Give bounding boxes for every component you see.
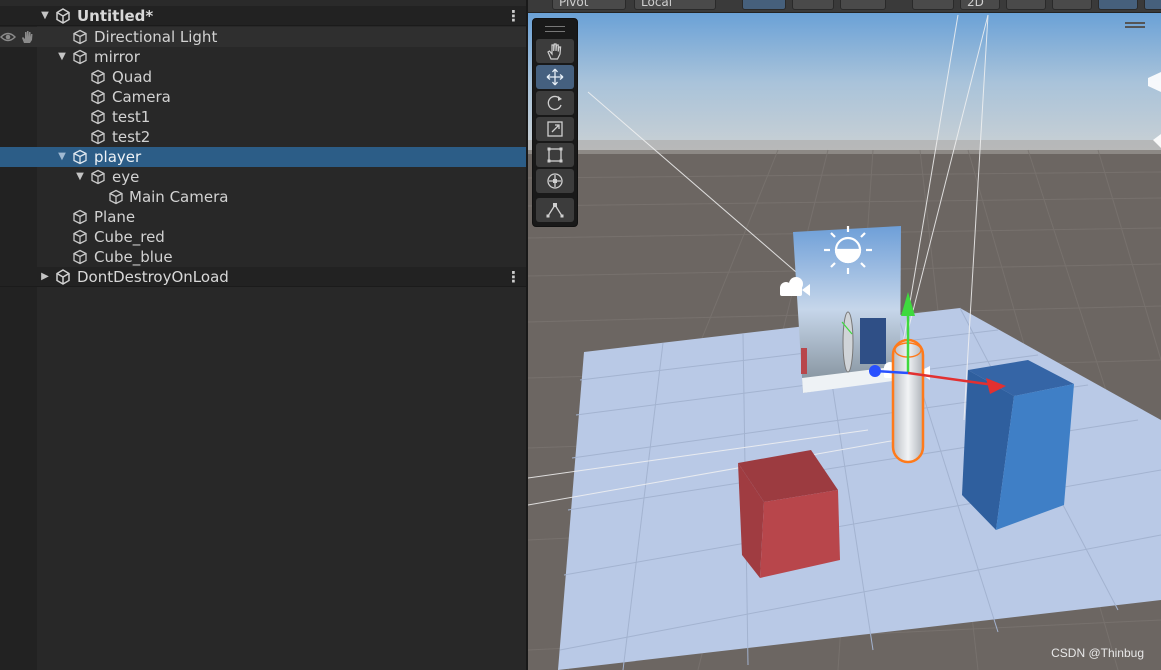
drag-handle-icon[interactable] [545, 26, 565, 32]
item-label: test1 [112, 108, 151, 126]
gameobject-cube-icon [73, 29, 87, 45]
rotate-tool-button[interactable] [536, 91, 574, 115]
scene-root-row[interactable]: ▼ Untitled* ⋮ [0, 6, 526, 26]
gameobject-cube-icon [73, 149, 87, 165]
gameobject-cube-icon [73, 49, 87, 65]
pivot-dropdown[interactable]: Pivot [552, 0, 626, 10]
hierarchy-item-main-camera[interactable]: Main Camera [0, 187, 526, 207]
audio-toggle-button[interactable] [1052, 0, 1092, 10]
collapse-arrow-icon[interactable]: ▼ [38, 6, 52, 26]
gizmos-button[interactable] [1144, 0, 1161, 10]
expand-arrow-icon[interactable]: ▶ [38, 267, 52, 287]
item-label: Camera [112, 88, 171, 106]
scene-viewport[interactable] [528, 0, 1161, 670]
unity-scene-icon [56, 269, 70, 285]
mirror-reflection-blue [860, 318, 886, 364]
scene-view[interactable]: Pivot Local 2D CSDN @Thinbug [528, 0, 1161, 670]
2d-label: 2D [967, 0, 984, 9]
hierarchy-item-cube-red[interactable]: Cube_red [0, 227, 526, 247]
move-tool-button[interactable] [536, 65, 574, 89]
transform-tool-button[interactable] [536, 169, 574, 193]
custom-tool-icon [546, 203, 564, 218]
more-options-icon[interactable]: ⋮ [506, 6, 521, 26]
scale-icon [547, 121, 563, 137]
local-dropdown[interactable]: Local [634, 0, 716, 10]
collapse-arrow-icon[interactable]: ▼ [55, 47, 69, 67]
item-label: test2 [112, 128, 151, 146]
scene-name: Untitled* [77, 7, 154, 25]
item-label: eye [112, 168, 140, 186]
tools-overlay [532, 18, 578, 227]
gameobject-cube-icon [109, 189, 123, 205]
gameobject-cube-icon [91, 89, 105, 105]
horizon-haze [528, 140, 1161, 154]
mirror-reflection-red [801, 348, 807, 374]
collapse-arrow-icon[interactable]: ▼ [73, 167, 87, 187]
hierarchy-item-directional-light[interactable]: Directional Light [0, 27, 526, 47]
scene-toolbar: Pivot Local 2D [528, 0, 1161, 13]
hierarchy-panel: ▼ Untitled* ⋮ Directional Light ▼ mirror [0, 0, 526, 670]
2d-toggle-button[interactable]: 2D [960, 0, 1000, 10]
item-label: mirror [94, 48, 140, 66]
gameobject-cube-icon [91, 169, 105, 185]
hierarchy-item-plane[interactable]: Plane [0, 207, 526, 227]
hierarchy-item-player[interactable]: ▼ player [0, 147, 526, 167]
effects-toggle-button[interactable] [1098, 0, 1138, 10]
hierarchy-item-quad[interactable]: Quad [0, 67, 526, 87]
skybox [528, 0, 1161, 150]
draw-mode-button[interactable] [912, 0, 954, 10]
item-label: Main Camera [129, 188, 229, 206]
hierarchy-item-test2[interactable]: test2 [0, 127, 526, 147]
item-label: Cube_red [94, 228, 165, 246]
blue-cube-object[interactable] [962, 360, 1074, 530]
rect-transform-icon [547, 147, 563, 163]
hierarchy-item-mirror[interactable]: ▼ mirror [0, 47, 526, 67]
scene-name: DontDestroyOnLoad [77, 268, 229, 286]
unity-scene-icon [56, 8, 70, 24]
more-options-icon[interactable]: ⋮ [506, 267, 521, 287]
gameobject-cube-icon [73, 209, 87, 225]
item-label: Cube_blue [94, 248, 173, 266]
rotate-icon [547, 95, 562, 111]
eye-icon[interactable] [0, 29, 16, 45]
gameobject-cube-icon [73, 229, 87, 245]
move-arrows-icon [546, 68, 564, 86]
custom-tool-button[interactable] [536, 198, 574, 222]
item-label: Quad [112, 68, 153, 86]
rect-tool-button[interactable] [536, 143, 574, 167]
item-label: Plane [94, 208, 136, 226]
gameobject-cube-icon [91, 69, 105, 85]
hand-tool-button[interactable] [536, 39, 574, 63]
hierarchy-item-camera[interactable]: Camera [0, 87, 526, 107]
overlay-menu-icon[interactable] [1125, 22, 1145, 28]
collapse-arrow-icon[interactable]: ▼ [55, 147, 69, 167]
pickable-hand-icon[interactable] [19, 29, 35, 45]
hand-icon [547, 43, 562, 60]
increment-snap-button[interactable] [792, 0, 834, 10]
transform-icon [547, 173, 563, 189]
ruler-button[interactable] [840, 0, 886, 10]
gameobject-cube-icon [73, 249, 87, 265]
gameobject-cube-icon [91, 129, 105, 145]
pivot-label: Pivot [559, 0, 589, 9]
hierarchy-item-test1[interactable]: test1 [0, 107, 526, 127]
gameobject-cube-icon [91, 109, 105, 125]
scale-tool-button[interactable] [536, 117, 574, 141]
local-label: Local [641, 0, 673, 9]
lighting-toggle-button[interactable] [1006, 0, 1046, 10]
item-label: Directional Light [94, 28, 218, 46]
watermark: CSDN @Thinbug [1051, 646, 1144, 660]
dont-destroy-on-load-row[interactable]: ▶ DontDestroyOnLoad ⋮ [0, 267, 526, 287]
hierarchy-item-eye[interactable]: ▼ eye [0, 167, 526, 187]
hierarchy-item-cube-blue[interactable]: Cube_blue [0, 247, 526, 267]
mirror-reflection-capsule [842, 311, 854, 373]
item-label: player [94, 148, 142, 166]
grid-snap-button[interactable] [742, 0, 786, 10]
